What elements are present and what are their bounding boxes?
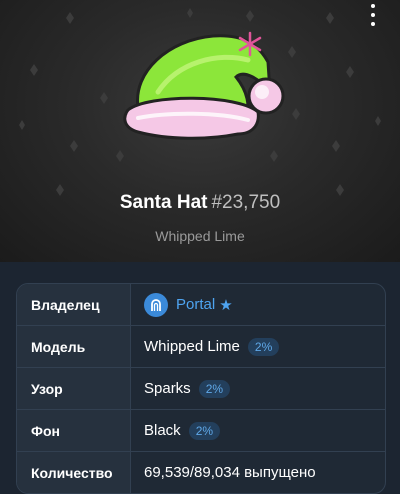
- owner-label: Владелец: [17, 284, 131, 325]
- portal-avatar-icon[interactable]: [144, 292, 168, 317]
- detail-row-pattern: Узор Sparks 2%: [17, 368, 385, 410]
- star-icon: ★: [219, 296, 233, 314]
- gift-details-table: Владелец Portal ★ Модель Whipped Lime 2%…: [16, 283, 386, 494]
- backdrop-name: Black: [144, 422, 181, 439]
- detail-row-quantity: Количество 69,539/89,034 выпущено: [17, 452, 385, 493]
- quantity-label: Количество: [17, 452, 131, 493]
- detail-row-owner: Владелец Portal ★: [17, 284, 385, 326]
- pattern-label: Узор: [17, 368, 131, 409]
- santa-hat-image: [123, 31, 285, 140]
- pattern-value: Sparks 2%: [131, 368, 385, 409]
- model-name: Whipped Lime: [144, 338, 240, 355]
- gift-name: Santa Hat: [119, 192, 208, 213]
- detail-row-model: Модель Whipped Lime 2%: [17, 326, 385, 368]
- gift-title: Santa Hat #23,750: [0, 192, 400, 214]
- backdrop-value: Black 2%: [131, 410, 385, 451]
- backdrop-rarity-badge[interactable]: 2%: [188, 421, 221, 440]
- owner-value[interactable]: Portal ★: [131, 284, 385, 325]
- gift-hero: Santa Hat #23,750 Whipped Lime: [0, 0, 400, 262]
- model-label: Модель: [17, 326, 131, 367]
- model-rarity-badge[interactable]: 2%: [247, 337, 280, 356]
- more-vertical-icon[interactable]: [366, 4, 380, 26]
- backdrop-label: Фон: [17, 410, 131, 451]
- model-value: Whipped Lime 2%: [131, 326, 385, 367]
- detail-row-backdrop: Фон Black 2%: [17, 410, 385, 452]
- quantity-value: 69,539/89,034 выпущено: [144, 464, 316, 481]
- gift-model-subtitle: Whipped Lime: [155, 228, 245, 244]
- pattern-name: Sparks: [144, 380, 191, 397]
- owner-link[interactable]: Portal: [176, 296, 215, 313]
- pattern-rarity-badge[interactable]: 2%: [198, 379, 231, 398]
- gift-number: #23,750: [211, 192, 281, 213]
